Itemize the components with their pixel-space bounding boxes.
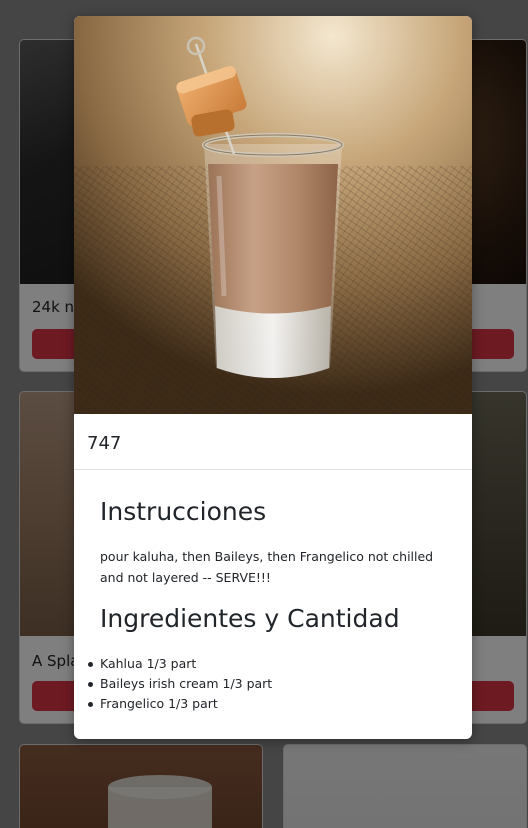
ingredients-list: Kahlua 1/3 part Baileys irish cream 1/3 … xyxy=(87,654,272,714)
ingredient-item: Frangelico 1/3 part xyxy=(87,694,272,714)
ingredients-heading: Ingredientes y Cantidad xyxy=(100,604,400,633)
ingredient-item: Kahlua 1/3 part xyxy=(87,654,272,674)
instructions-heading: Instrucciones xyxy=(100,497,267,526)
drink-photo-image xyxy=(74,16,472,414)
drink-name: 747 xyxy=(87,433,122,454)
divider xyxy=(74,469,472,470)
instructions-text: pour kaluha, then Baileys, then Frangeli… xyxy=(100,549,434,585)
drink-photo xyxy=(74,16,472,414)
drink-detail-modal: 747 Instrucciones pour kaluha, then Bail… xyxy=(74,16,472,739)
ingredient-item: Baileys irish cream 1/3 part xyxy=(87,674,272,694)
